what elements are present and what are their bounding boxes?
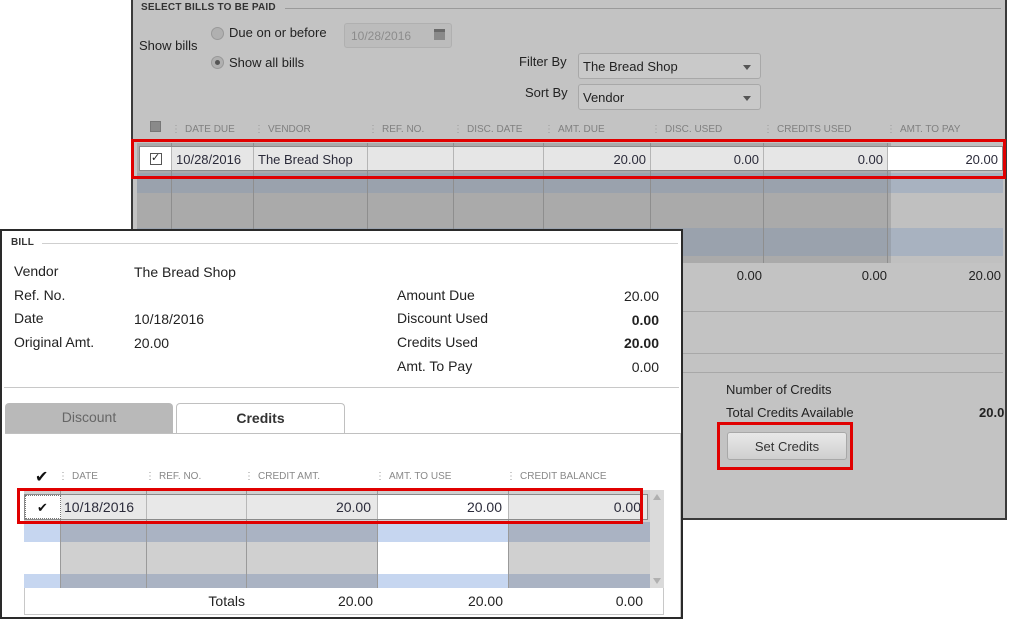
bill-section-title: BILL (11, 237, 35, 248)
calendar-icon[interactable] (434, 29, 445, 40)
amt-to-pay-value: 0.00 (631, 359, 659, 375)
sort-by-value: Vendor (583, 90, 625, 105)
show-bills-label: Show bills (139, 38, 198, 53)
sort-by-dropdown[interactable]: Vendor (578, 84, 761, 110)
credits-used-value: 20.00 (623, 335, 659, 351)
column-header-vendor[interactable]: ⋮ VENDOR (254, 124, 311, 135)
scroll-down-icon[interactable] (653, 578, 661, 584)
tab-credits[interactable]: Credits (176, 403, 345, 434)
select-bills-section-title: SELECT BILLS TO BE PAID (141, 2, 276, 13)
column-header-date[interactable]: ⋮ DATE (58, 471, 98, 482)
bill-vendor: The Bread Shop (254, 147, 368, 170)
column-header-amt-to-use[interactable]: ⋮ AMT. TO USE (375, 471, 451, 482)
bill-ref-no (368, 147, 454, 170)
date-label: Date (14, 310, 44, 326)
credits-totals-row: Totals 20.00 20.00 0.00 (24, 588, 664, 615)
divider (4, 387, 679, 388)
show-all-bills-label: Show all bills (229, 55, 305, 70)
bill-row[interactable]: 10/28/2016 The Bread Shop 20.00 0.00 0.0… (139, 146, 1003, 171)
credit-row-checkbox[interactable]: ✔ (25, 495, 61, 519)
column-header-credit-amt[interactable]: ⋮ CREDIT AMT. (244, 471, 320, 482)
due-on-or-before-label: Due on or before (229, 25, 327, 40)
bill-row-checkbox[interactable] (150, 151, 162, 165)
amount-due-value: 20.00 (623, 288, 659, 304)
set-credits-button[interactable]: Set Credits (727, 432, 847, 460)
select-all-checkbox[interactable] (150, 121, 161, 135)
credit-balance: 0.00 (613, 499, 641, 515)
column-header-date-due[interactable]: ⋮ DATE DUE (171, 124, 235, 135)
scroll-up-icon[interactable] (653, 494, 661, 500)
bill-disc-used: 0.00 (651, 147, 764, 170)
filter-by-label: Filter By (519, 54, 567, 69)
discount-and-credits-dialog: BILL Vendor The Bread Shop Ref. No. Date… (0, 229, 683, 619)
credit-ref-no (147, 495, 247, 519)
column-header-disc-date[interactable]: ⋮ DISC. DATE (453, 124, 522, 135)
column-header-amt-due[interactable]: ⋮ AMT. DUE (544, 124, 605, 135)
total-amt-to-use: 20.00 (467, 593, 503, 609)
original-amt-label: Original Amt. (14, 334, 95, 350)
total-amt-to-pay: 20.00 (968, 268, 1001, 283)
total-credit-amt: 20.00 (337, 593, 373, 609)
column-header-credits-used[interactable]: ⋮ CREDITS USED (763, 124, 851, 135)
ref-no-label: Ref. No. (14, 287, 66, 303)
column-header-ref-no[interactable]: ⋮ REF. NO. (368, 124, 424, 135)
column-header-amt-to-pay[interactable]: ⋮ AMT. TO PAY (886, 124, 960, 135)
column-header-credit-balance[interactable]: ⋮ CREDIT BALANCE (506, 471, 607, 482)
totals-label: Totals (208, 593, 245, 609)
credit-amt: 20.00 (247, 495, 378, 519)
credits-scrollbar[interactable] (650, 490, 664, 588)
column-header-ref-no[interactable]: ⋮ REF. NO. (145, 471, 201, 482)
bill-row-checkbox-cell[interactable] (140, 147, 172, 170)
due-date-input[interactable]: 10/28/2016 (344, 23, 452, 48)
vendor-value: The Bread Shop (134, 264, 236, 280)
bill-date-due: 10/28/2016 (172, 147, 254, 170)
credit-row[interactable]: ✔ 10/18/2016 20.00 20.00 0.00 (24, 494, 648, 520)
discount-used-label: Discount Used (397, 310, 489, 326)
due-on-or-before-radio[interactable] (211, 27, 224, 40)
due-date-value: 10/28/2016 (351, 29, 412, 43)
filter-by-dropdown[interactable]: The Bread Shop (578, 53, 761, 79)
show-all-bills-radio[interactable] (211, 56, 224, 69)
column-header-disc-used[interactable]: ⋮ DISC. USED (651, 124, 722, 135)
chevron-down-icon (743, 65, 751, 70)
credit-date: 10/18/2016 (61, 495, 147, 519)
original-amt-value: 20.00 (134, 335, 170, 351)
bill-disc-date (454, 147, 544, 170)
amt-to-use-input[interactable]: 20.00 (378, 495, 509, 519)
check-all-icon[interactable]: ✔ (35, 467, 48, 487)
total-credits-available-value: 20.0 (979, 405, 1005, 420)
section-divider (285, 8, 1001, 9)
amount-due-label: Amount Due (397, 287, 475, 303)
date-value: 10/18/2016 (134, 311, 205, 327)
bill-credits-used: 0.00 (764, 147, 888, 170)
bill-amt-to-pay-input[interactable]: 20.00 (888, 147, 1002, 170)
credits-used-label: Credits Used (397, 334, 478, 350)
sort-by-label: Sort By (525, 85, 568, 100)
chevron-down-icon (743, 96, 751, 101)
checkmark-icon: ✔ (37, 500, 48, 515)
bill-amt-due: 20.00 (544, 147, 651, 170)
tab-discount[interactable]: Discount (5, 403, 173, 433)
number-of-credits-label: Number of Credits (726, 382, 832, 397)
total-credits-used: 0.00 (861, 268, 887, 283)
vendor-label: Vendor (14, 263, 59, 279)
filter-by-value: The Bread Shop (583, 59, 678, 74)
amt-to-pay-label: Amt. To Pay (397, 358, 473, 374)
section-divider (42, 243, 678, 244)
total-disc-used: 0.00 (736, 268, 762, 283)
total-credit-balance: 0.00 (615, 593, 643, 609)
discount-used-value: 0.00 (631, 312, 659, 328)
total-credits-available-label: Total Credits Available (726, 405, 854, 420)
